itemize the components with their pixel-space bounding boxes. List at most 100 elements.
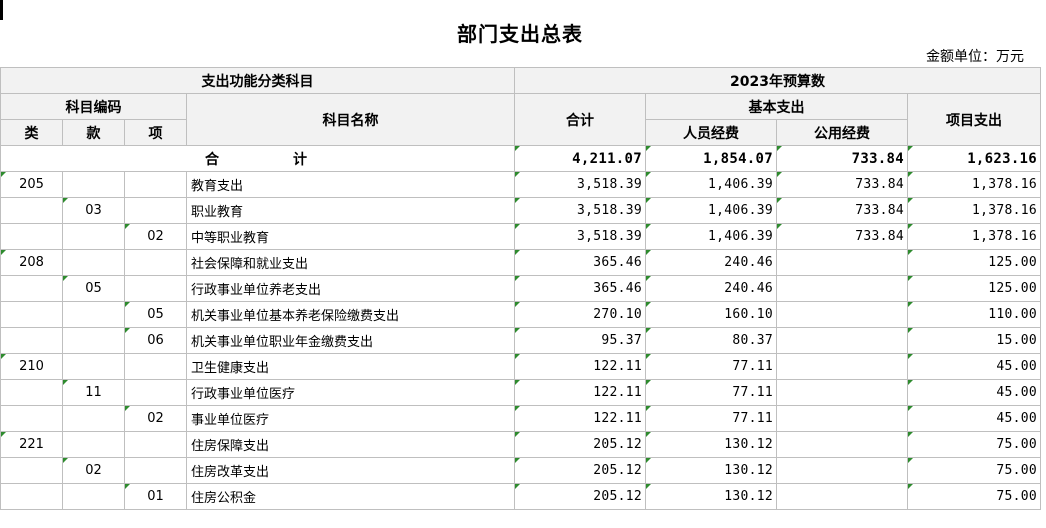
cell-lei[interactable] bbox=[0, 379, 63, 406]
cell-kuan[interactable]: 03 bbox=[62, 197, 125, 224]
cell-xiang[interactable] bbox=[124, 379, 187, 406]
cell-name[interactable]: 教育支出 bbox=[186, 171, 515, 198]
cell-name[interactable]: 住房保障支出 bbox=[186, 431, 515, 458]
cell-public[interactable] bbox=[776, 483, 908, 510]
cell-total[interactable]: 122.11 bbox=[514, 405, 646, 432]
cell-public[interactable]: 733.84 bbox=[776, 197, 908, 224]
cell-kuan[interactable]: 11 bbox=[62, 379, 125, 406]
cell-personnel[interactable]: 1,406.39 bbox=[645, 171, 777, 198]
cell-xiang[interactable] bbox=[124, 171, 187, 198]
cell-project[interactable]: 110.00 bbox=[906, 301, 1042, 328]
cell-name[interactable]: 事业单位医疗 bbox=[186, 405, 515, 432]
cell-total[interactable]: 3,518.39 bbox=[514, 171, 646, 198]
cell-kuan[interactable] bbox=[62, 223, 125, 250]
cell-lei[interactable] bbox=[0, 301, 63, 328]
cell-name[interactable]: 机关事业单位基本养老保险缴费支出 bbox=[186, 301, 515, 328]
cell-lei[interactable] bbox=[0, 327, 63, 354]
cell-lei[interactable] bbox=[0, 457, 63, 484]
cell-lei[interactable] bbox=[0, 405, 63, 432]
cell-kuan[interactable]: 02 bbox=[62, 457, 125, 484]
cell-lei[interactable]: 205 bbox=[0, 171, 63, 198]
total-project-cell[interactable]: 1,623.16 bbox=[906, 145, 1042, 172]
cell-total[interactable]: 95.37 bbox=[514, 327, 646, 354]
cell-personnel[interactable]: 130.12 bbox=[645, 457, 777, 484]
cell-project[interactable]: 45.00 bbox=[906, 379, 1042, 406]
cell-project[interactable]: 125.00 bbox=[906, 275, 1042, 302]
cell-personnel[interactable]: 130.12 bbox=[645, 431, 777, 458]
cell-public[interactable]: 733.84 bbox=[776, 223, 908, 250]
cell-kuan[interactable] bbox=[62, 353, 125, 380]
cell-total[interactable]: 365.46 bbox=[514, 249, 646, 276]
cell-kuan[interactable] bbox=[62, 301, 125, 328]
cell-personnel[interactable]: 130.12 bbox=[645, 483, 777, 510]
cell-personnel[interactable]: 1,406.39 bbox=[645, 197, 777, 224]
cell-name[interactable]: 住房改革支出 bbox=[186, 457, 515, 484]
cell-public[interactable] bbox=[776, 301, 908, 328]
cell-xiang[interactable]: 06 bbox=[124, 327, 187, 354]
cell-public[interactable] bbox=[776, 275, 908, 302]
cell-total[interactable]: 3,518.39 bbox=[514, 197, 646, 224]
cell-name[interactable]: 卫生健康支出 bbox=[186, 353, 515, 380]
cell-kuan[interactable]: 05 bbox=[62, 275, 125, 302]
cell-lei[interactable]: 208 bbox=[0, 249, 63, 276]
cell-xiang[interactable] bbox=[124, 431, 187, 458]
cell-kuan[interactable] bbox=[62, 171, 125, 198]
cell-kuan[interactable] bbox=[62, 483, 125, 510]
cell-project[interactable]: 1,378.16 bbox=[906, 223, 1042, 250]
cell-xiang[interactable]: 01 bbox=[124, 483, 187, 510]
cell-project[interactable]: 1,378.16 bbox=[906, 197, 1042, 224]
total-sum-cell[interactable]: 4,211.07 bbox=[514, 145, 646, 172]
cell-total[interactable]: 205.12 bbox=[514, 457, 646, 484]
cell-public[interactable] bbox=[776, 431, 908, 458]
cell-total[interactable]: 270.10 bbox=[514, 301, 646, 328]
cell-public[interactable] bbox=[776, 353, 908, 380]
cell-name[interactable]: 机关事业单位职业年金缴费支出 bbox=[186, 327, 515, 354]
cell-xiang[interactable] bbox=[124, 275, 187, 302]
cell-personnel[interactable]: 80.37 bbox=[645, 327, 777, 354]
cell-public[interactable] bbox=[776, 457, 908, 484]
cell-personnel[interactable]: 1,406.39 bbox=[645, 223, 777, 250]
cell-xiang[interactable]: 02 bbox=[124, 223, 187, 250]
cell-name[interactable]: 社会保障和就业支出 bbox=[186, 249, 515, 276]
cell-lei[interactable] bbox=[0, 275, 63, 302]
cell-kuan[interactable] bbox=[62, 249, 125, 276]
cell-kuan[interactable] bbox=[62, 405, 125, 432]
cell-name[interactable]: 职业教育 bbox=[186, 197, 515, 224]
cell-name[interactable]: 行政事业单位养老支出 bbox=[186, 275, 515, 302]
cell-total[interactable]: 365.46 bbox=[514, 275, 646, 302]
cell-xiang[interactable]: 05 bbox=[124, 301, 187, 328]
cell-lei[interactable]: 221 bbox=[0, 431, 63, 458]
total-public-cell[interactable]: 733.84 bbox=[776, 145, 908, 172]
cell-project[interactable]: 75.00 bbox=[906, 483, 1042, 510]
cell-lei[interactable] bbox=[0, 223, 63, 250]
cell-project[interactable]: 15.00 bbox=[906, 327, 1042, 354]
cell-lei[interactable] bbox=[0, 483, 63, 510]
cell-project[interactable]: 1,378.16 bbox=[906, 171, 1042, 198]
cell-name[interactable]: 住房公积金 bbox=[186, 483, 515, 510]
cell-personnel[interactable]: 77.11 bbox=[645, 405, 777, 432]
cell-public[interactable] bbox=[776, 249, 908, 276]
cell-name[interactable]: 行政事业单位医疗 bbox=[186, 379, 515, 406]
cell-project[interactable]: 125.00 bbox=[906, 249, 1042, 276]
cell-project[interactable]: 75.00 bbox=[906, 457, 1042, 484]
cell-total[interactable]: 205.12 bbox=[514, 483, 646, 510]
cell-public[interactable] bbox=[776, 405, 908, 432]
cell-public[interactable] bbox=[776, 327, 908, 354]
cell-personnel[interactable]: 77.11 bbox=[645, 379, 777, 406]
cell-xiang[interactable] bbox=[124, 249, 187, 276]
cell-total[interactable]: 122.11 bbox=[514, 353, 646, 380]
cell-total[interactable]: 122.11 bbox=[514, 379, 646, 406]
cell-personnel[interactable]: 240.46 bbox=[645, 275, 777, 302]
cell-public[interactable] bbox=[776, 379, 908, 406]
cell-project[interactable]: 45.00 bbox=[906, 353, 1042, 380]
cell-personnel[interactable]: 77.11 bbox=[645, 353, 777, 380]
cell-xiang[interactable] bbox=[124, 197, 187, 224]
cell-xiang[interactable]: 02 bbox=[124, 405, 187, 432]
total-personnel-cell[interactable]: 1,854.07 bbox=[645, 145, 777, 172]
cell-lei[interactable]: 210 bbox=[0, 353, 63, 380]
cell-kuan[interactable] bbox=[62, 327, 125, 354]
cell-personnel[interactable]: 160.10 bbox=[645, 301, 777, 328]
cell-project[interactable]: 45.00 bbox=[906, 405, 1042, 432]
cell-xiang[interactable] bbox=[124, 353, 187, 380]
cell-kuan[interactable] bbox=[62, 431, 125, 458]
